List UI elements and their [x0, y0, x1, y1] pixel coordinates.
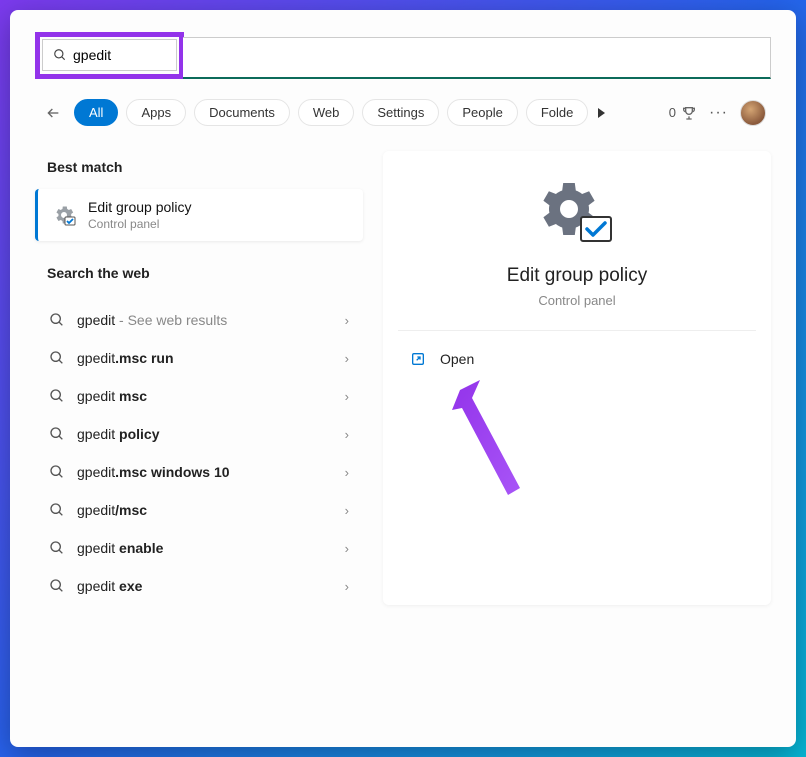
chevron-right-icon: › — [345, 389, 349, 404]
search-icon — [49, 426, 65, 442]
gear-check-large-icon — [541, 181, 613, 245]
results-column: Best match Edit group policy Control pan… — [35, 151, 363, 605]
search-bar-extension[interactable] — [183, 37, 771, 79]
filter-settings[interactable]: Settings — [362, 99, 439, 126]
divider — [398, 330, 756, 331]
trophy-icon — [681, 105, 697, 121]
rewards-badge[interactable]: 0 — [669, 105, 697, 121]
web-result-label: gpedit/msc — [77, 502, 333, 518]
search-icon — [49, 388, 65, 404]
filter-all[interactable]: All — [74, 99, 118, 126]
chevron-right-icon: › — [345, 427, 349, 442]
gear-check-icon — [52, 203, 76, 227]
filter-people[interactable]: People — [447, 99, 517, 126]
search-icon — [49, 464, 65, 480]
web-result-label: gpedit enable — [77, 540, 333, 556]
web-result[interactable]: gpedit.msc windows 10 › — [35, 453, 363, 491]
content-area: Best match Edit group policy Control pan… — [35, 151, 771, 605]
best-match-result[interactable]: Edit group policy Control panel — [35, 189, 363, 241]
detail-icon-wrap — [398, 181, 756, 245]
web-result-label: gpedit.msc run — [77, 350, 333, 366]
annotation-highlight — [35, 32, 184, 79]
search-icon — [49, 502, 65, 518]
chevron-right-icon: › — [345, 351, 349, 366]
web-result[interactable]: gpedit/msc › — [35, 491, 363, 529]
best-match-heading: Best match — [35, 151, 363, 189]
chevron-right-icon: › — [345, 503, 349, 518]
web-result-label: gpedit msc — [77, 388, 333, 404]
open-label: Open — [440, 351, 474, 367]
web-result-label: gpedit policy — [77, 426, 333, 442]
arrow-left-icon — [45, 105, 61, 121]
detail-subtitle: Control panel — [398, 293, 756, 308]
web-result[interactable]: gpedit policy › — [35, 415, 363, 453]
search-window: All Apps Documents Web Settings People F… — [10, 10, 796, 747]
search-web-heading: Search the web — [35, 257, 363, 295]
search-box[interactable] — [42, 39, 177, 71]
open-action[interactable]: Open — [398, 341, 756, 377]
web-result[interactable]: gpedit - See web results › — [35, 301, 363, 339]
detail-title: Edit group policy — [398, 265, 756, 287]
best-match-subtitle: Control panel — [88, 217, 192, 231]
web-result-label: gpedit.msc windows 10 — [77, 464, 333, 480]
search-input[interactable] — [73, 47, 163, 63]
web-result[interactable]: gpedit msc › — [35, 377, 363, 415]
web-result[interactable]: gpedit enable › — [35, 529, 363, 567]
filter-web[interactable]: Web — [298, 99, 355, 126]
filter-toolbar: All Apps Documents Web Settings People F… — [35, 99, 771, 126]
web-result[interactable]: gpedit.msc run › — [35, 339, 363, 377]
back-button[interactable] — [40, 100, 66, 126]
search-icon — [49, 540, 65, 556]
search-icon — [49, 578, 65, 594]
web-results-list: gpedit - See web results › gpedit.msc ru… — [35, 301, 363, 605]
best-match-title: Edit group policy — [88, 199, 192, 215]
avatar[interactable] — [740, 100, 766, 126]
rewards-count: 0 — [669, 105, 676, 120]
chevron-right-icon: › — [345, 465, 349, 480]
search-row — [35, 32, 771, 79]
web-result-label: gpedit exe — [77, 578, 333, 594]
web-result[interactable]: gpedit exe › — [35, 567, 363, 605]
more-options-button[interactable]: ··· — [705, 104, 732, 122]
open-external-icon — [410, 351, 426, 367]
chevron-right-icon: › — [345, 313, 349, 328]
filter-folders[interactable]: Folde — [526, 99, 589, 126]
detail-panel: Edit group policy Control panel Open — [383, 151, 771, 605]
chevron-right-icon: › — [345, 541, 349, 556]
filter-apps[interactable]: Apps — [126, 99, 186, 126]
chevron-right-icon: › — [345, 579, 349, 594]
filter-documents[interactable]: Documents — [194, 99, 290, 126]
web-result-label: gpedit - See web results — [77, 312, 333, 328]
search-icon — [49, 350, 65, 366]
search-icon — [49, 312, 65, 328]
search-icon — [53, 48, 67, 62]
more-filters-icon[interactable] — [598, 108, 605, 118]
